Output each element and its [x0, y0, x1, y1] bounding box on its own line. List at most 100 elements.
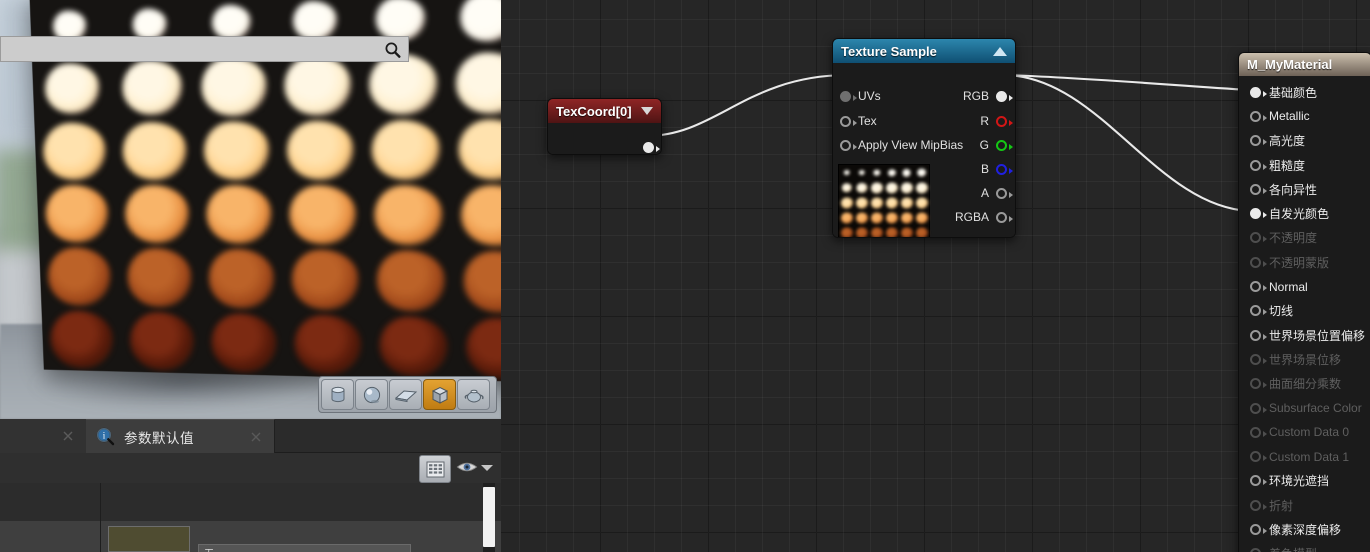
pin-dot[interactable]	[996, 163, 1013, 175]
material-input-row[interactable]: 不透明蒙版	[1239, 250, 1370, 274]
pin-dot[interactable]	[1250, 135, 1267, 147]
material-input-row[interactable]: 自发光颜色	[1239, 201, 1370, 225]
preview-shape-sphere-button[interactable]	[355, 379, 388, 410]
material-input-row[interactable]: 世界场景位置偏移	[1239, 323, 1370, 347]
chevron-down-icon[interactable]	[641, 107, 653, 115]
output-pin-rgba[interactable]: RGBA	[955, 210, 1013, 224]
pin-dot[interactable]	[996, 211, 1013, 223]
output-pin-a[interactable]: A	[981, 186, 1013, 200]
material-input-row[interactable]: 基础颜色	[1239, 80, 1370, 104]
tab-parameter-defaults[interactable]: i 参数默认值	[86, 419, 275, 453]
material-input-row[interactable]: 折射	[1239, 493, 1370, 517]
material-input-row[interactable]: 切线	[1239, 299, 1370, 323]
pin-dot[interactable]	[996, 139, 1013, 151]
material-input-row[interactable]: Custom Data 1	[1239, 444, 1370, 468]
material-input-row[interactable]: 世界场景位移	[1239, 347, 1370, 371]
material-preview-viewport[interactable]	[0, 0, 501, 419]
pin-dot[interactable]	[1250, 353, 1267, 365]
chevron-up-icon[interactable]	[993, 46, 1007, 56]
material-input-row[interactable]: 高光度	[1239, 129, 1370, 153]
pin-dot[interactable]	[1250, 232, 1267, 244]
output-pin-g[interactable]: G	[980, 138, 1013, 152]
pin-dot[interactable]	[1250, 402, 1267, 414]
grid-view-toggle-button[interactable]	[419, 455, 451, 483]
material-input-row[interactable]: 粗糙度	[1239, 153, 1370, 177]
flipbook-blob	[205, 185, 273, 245]
output-pin-b[interactable]: B	[981, 162, 1013, 176]
input-pin-tex[interactable]: Tex	[840, 114, 877, 128]
node-texture-sample-header[interactable]: Texture Sample	[833, 39, 1015, 63]
pin-dot[interactable]	[1250, 426, 1267, 438]
preview-shape-cylinder-button[interactable]	[321, 379, 354, 410]
pin-dot[interactable]	[1250, 159, 1267, 171]
material-input-row[interactable]: 环境光遮挡	[1239, 469, 1370, 493]
flipbook-frame	[199, 246, 284, 311]
pin-dot[interactable]	[996, 187, 1013, 199]
material-input-row[interactable]: 各向异性	[1239, 177, 1370, 201]
flipbook-frame	[854, 210, 869, 225]
pin-dot[interactable]	[643, 142, 660, 153]
node-texture-sample[interactable]: Texture Sample UVs Tex Apply View MipBia…	[832, 38, 1016, 238]
pin-dot[interactable]	[1250, 208, 1267, 220]
input-pin-uvs[interactable]: UVs	[840, 89, 881, 103]
material-input-row[interactable]: Normal	[1239, 274, 1370, 298]
flipbook-blob	[870, 211, 883, 224]
tab-close-icon[interactable]	[251, 432, 261, 442]
pin-dot[interactable]	[1250, 256, 1267, 268]
flipbook-blob	[916, 168, 927, 177]
pin-dot[interactable]	[1250, 183, 1267, 195]
preview-shape-toolbar[interactable]	[318, 376, 497, 413]
pin-dot[interactable]	[1250, 475, 1267, 487]
texture-thumbnail[interactable]	[838, 164, 930, 237]
pin-dot[interactable]	[1250, 548, 1261, 552]
input-pin-apply-view-mipbias[interactable]: Apply View MipBias	[840, 138, 963, 152]
pin-dot[interactable]	[1250, 281, 1267, 293]
pin-dot[interactable]	[1250, 86, 1267, 98]
flipbook-blob	[292, 0, 338, 41]
pin-dot[interactable]	[1250, 329, 1267, 341]
material-input-row[interactable]: 着色模型	[1239, 542, 1370, 552]
material-input-row[interactable]: 曲面细分乘数	[1239, 372, 1370, 396]
visibility-toggle-button[interactable]	[456, 459, 478, 475]
panel-tab-collapsed[interactable]	[0, 419, 86, 453]
panel-scrollbar-thumb[interactable]	[483, 487, 495, 547]
material-input-row[interactable]: 像素深度偏移	[1239, 517, 1370, 541]
node-texcoord-output-pin[interactable]	[643, 142, 660, 153]
material-input-label: 基础颜色	[1269, 85, 1318, 100]
material-input-row[interactable]: 不透明度	[1239, 226, 1370, 250]
node-texcoord-header[interactable]: TexCoord[0]	[548, 99, 661, 123]
pin-dot[interactable]	[840, 90, 857, 102]
pin-dot[interactable]	[1250, 110, 1267, 122]
pin-dot[interactable]	[996, 115, 1013, 127]
pin-dot[interactable]	[1250, 499, 1267, 511]
material-input-label: 不透明度	[1269, 231, 1318, 246]
flipbook-frame	[899, 180, 914, 195]
material-input-row[interactable]: Subsurface Color	[1239, 396, 1370, 420]
material-graph-canvas[interactable]: TexCoord[0] Texture Sample UVs Tex Apply…	[501, 0, 1370, 552]
visibility-dropdown-caret[interactable]	[481, 465, 493, 471]
close-icon[interactable]	[63, 431, 73, 441]
preview-shape-plane-button[interactable]	[389, 379, 422, 410]
pin-dot[interactable]	[840, 139, 857, 151]
pin-dot[interactable]	[1250, 451, 1267, 463]
pin-dot[interactable]	[840, 115, 857, 127]
search-input[interactable]	[1, 37, 408, 61]
parameter-value-field[interactable]: 无	[198, 544, 411, 552]
search-field-wrap[interactable]	[0, 36, 409, 62]
material-input-row[interactable]: Metallic	[1239, 104, 1370, 128]
color-swatch[interactable]	[108, 526, 190, 552]
pin-dot[interactable]	[996, 90, 1013, 102]
preview-shape-cube-button[interactable]	[423, 379, 456, 410]
output-pin-rgb[interactable]: RGB	[963, 89, 1013, 103]
preview-shape-teapot-button[interactable]	[457, 379, 490, 410]
node-material-output-header[interactable]: M_MyMaterial	[1239, 53, 1370, 76]
pin-dot[interactable]	[1250, 378, 1267, 390]
node-material-output[interactable]: M_MyMaterial 基础颜色 Metallic 高光度 粗糙度 各向异性 自发光颜色…	[1238, 52, 1370, 552]
output-pin-r[interactable]: R	[980, 114, 1013, 128]
material-input-row[interactable]: Custom Data 0	[1239, 420, 1370, 444]
flipbook-blob	[367, 53, 439, 115]
flipbook-blob	[45, 185, 110, 243]
pin-dot[interactable]	[1250, 523, 1267, 535]
pin-dot[interactable]	[1250, 305, 1267, 317]
node-texcoord[interactable]: TexCoord[0]	[547, 98, 662, 155]
